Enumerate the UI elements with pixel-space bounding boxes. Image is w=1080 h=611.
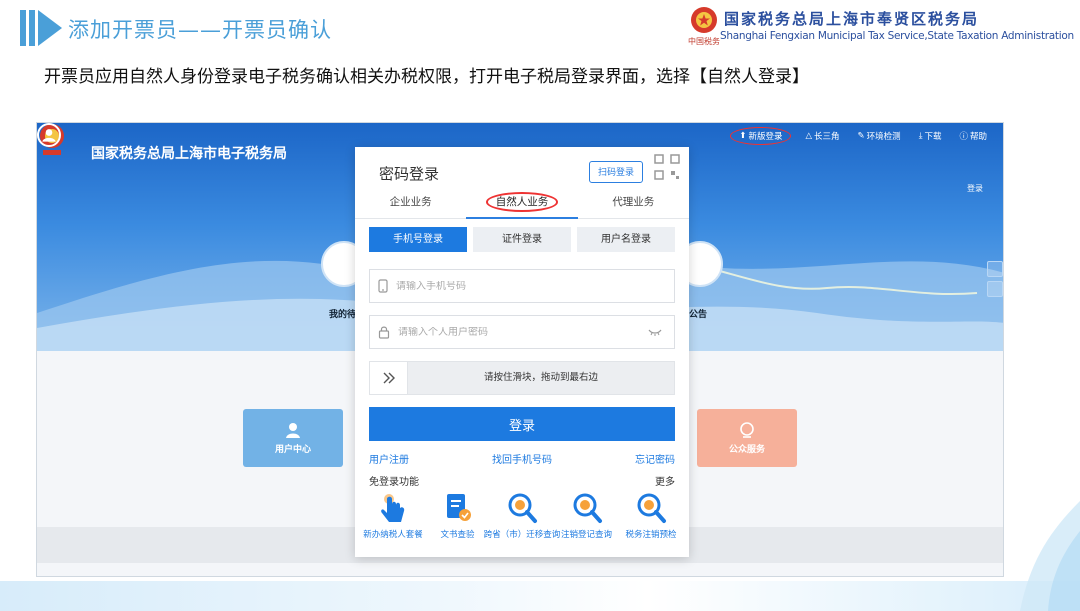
finger-tap-icon <box>381 494 405 522</box>
login-title: 密码登录 <box>379 165 440 183</box>
shortcut-migration-query[interactable]: 跨省（市）迁移查询 <box>484 491 560 540</box>
user-login-label[interactable]: 登录 <box>967 183 983 194</box>
free-login-label: 免登录功能 <box>369 477 419 488</box>
mobile-tool-icon[interactable] <box>987 261 1003 277</box>
service-icon <box>740 422 754 438</box>
download-link[interactable]: ⤓ 下载 <box>915 128 946 144</box>
slide-arrow-icon <box>20 10 62 46</box>
help-link[interactable]: ⓘ 帮助 <box>955 128 991 144</box>
shortcut-deregistration-query[interactable]: 注销登记查询 <box>557 491 617 540</box>
portal-name: 国家税务总局上海市电子税务局 <box>91 146 287 162</box>
bottom-decoration <box>0 581 1080 611</box>
new-login-link[interactable]: ⬆ 新版登录 <box>730 127 792 145</box>
org-name-en: Shanghai Fengxian Municipal Tax Service,… <box>720 30 1074 42</box>
phone-field[interactable] <box>369 269 675 303</box>
portal-screenshot: 国家税务总局上海市电子税务局 ⬆ 新版登录 △ 长三角 ✎ 环境检测 ⤓ 下载 … <box>36 122 1004 577</box>
notice-caption: 公告 <box>689 310 708 320</box>
business-tabs: 企业业务 自然人业务 代理业务 <box>355 189 689 219</box>
public-service-tile[interactable]: 公众服务 <box>697 409 797 467</box>
my-pending-caption: 我的待 <box>329 310 357 320</box>
phone-input[interactable] <box>396 280 626 292</box>
login-links: 用户注册 找回手机号码 忘记密码 <box>369 451 675 466</box>
tab-username-login[interactable]: 用户名登录 <box>577 227 675 252</box>
password-field[interactable] <box>369 315 675 349</box>
env-check-link[interactable]: ✎ 环境检测 <box>854 128 905 144</box>
forgot-password-link[interactable]: 忘记密码 <box>635 451 675 466</box>
captcha-slider: 请按住滑块，拖动到最右边 <box>369 361 675 395</box>
slide-description: 开票员应用自然人身份登录电子税务确认相关办税权限，打开电子税局登录界面，选择【自… <box>44 67 809 87</box>
triangle-icon: △ <box>805 131 813 141</box>
scan-login-button[interactable]: 扫码登录 <box>588 161 643 183</box>
phone-icon <box>378 279 388 293</box>
shortcut-document-verify[interactable]: 文书查验 <box>428 491 488 540</box>
login-panel: 密码登录 扫码登录 企业业务 自然人业务 代理业务 手机号登录 证件登录 用户名… <box>355 147 689 557</box>
tab-enterprise[interactable]: 企业业务 <box>355 189 466 218</box>
recover-phone-link[interactable]: 找回手机号码 <box>492 451 552 466</box>
qr-code-icon[interactable] <box>653 153 681 181</box>
user-center-tile[interactable]: 用户中心 <box>243 409 343 467</box>
download-icon: ⤓ <box>918 131 923 141</box>
wrench-icon: ✎ <box>857 131 865 141</box>
user-avatar-icon[interactable] <box>37 123 61 147</box>
login-method-tabs: 手机号登录 证件登录 用户名登录 <box>369 227 675 252</box>
search-icon <box>573 493 602 523</box>
user-icon <box>286 423 300 438</box>
help-icon: ⓘ <box>959 132 968 142</box>
slider-handle[interactable] <box>370 362 408 394</box>
search-icon <box>637 493 666 523</box>
shortcut-deregistration-precheck[interactable]: 税务注销预检 <box>621 491 681 540</box>
double-chevron-right-icon <box>383 372 395 384</box>
tab-natural-person[interactable]: 自然人业务 <box>466 189 578 219</box>
tab-certificate-login[interactable]: 证件登录 <box>473 227 571 252</box>
shortcut-new-taxpayer[interactable]: 新办纳税人套餐 <box>363 491 423 540</box>
free-login-header: 免登录功能 更多 <box>369 473 675 488</box>
password-input[interactable] <box>398 326 628 338</box>
shield-tool-icon[interactable] <box>987 281 1003 297</box>
org-name-cn: 国家税务总局上海市奉贤区税务局 <box>724 10 980 28</box>
slide-title: 添加开票员——开票员确认 <box>68 18 332 42</box>
tax-emblem-icon <box>691 7 717 33</box>
portal-top-links: ⬆ 新版登录 △ 长三角 ✎ 环境检测 ⤓ 下载 ⓘ 帮助 <box>730 127 991 145</box>
yangtze-delta-link[interactable]: △ 长三角 <box>801 128 843 144</box>
search-icon <box>508 493 537 523</box>
tab-phone-login[interactable]: 手机号登录 <box>369 227 467 252</box>
org-sub-logo: 中国税务 <box>688 37 720 46</box>
free-login-shortcuts: 新办纳税人套餐 文书查验 跨省（市）迁移查询 注销登记查询 税务注销预检 <box>363 491 681 540</box>
login-button[interactable]: 登录 <box>369 407 675 441</box>
more-link[interactable]: 更多 <box>655 473 675 488</box>
slider-hint: 请按住滑块，拖动到最右边 <box>483 372 598 383</box>
eye-closed-icon[interactable] <box>648 328 662 336</box>
lock-icon <box>378 326 390 339</box>
new-login-icon: ⬆ <box>739 131 747 141</box>
register-link[interactable]: 用户注册 <box>369 451 409 466</box>
tab-agent[interactable]: 代理业务 <box>578 189 689 218</box>
document-check-icon <box>446 494 471 521</box>
